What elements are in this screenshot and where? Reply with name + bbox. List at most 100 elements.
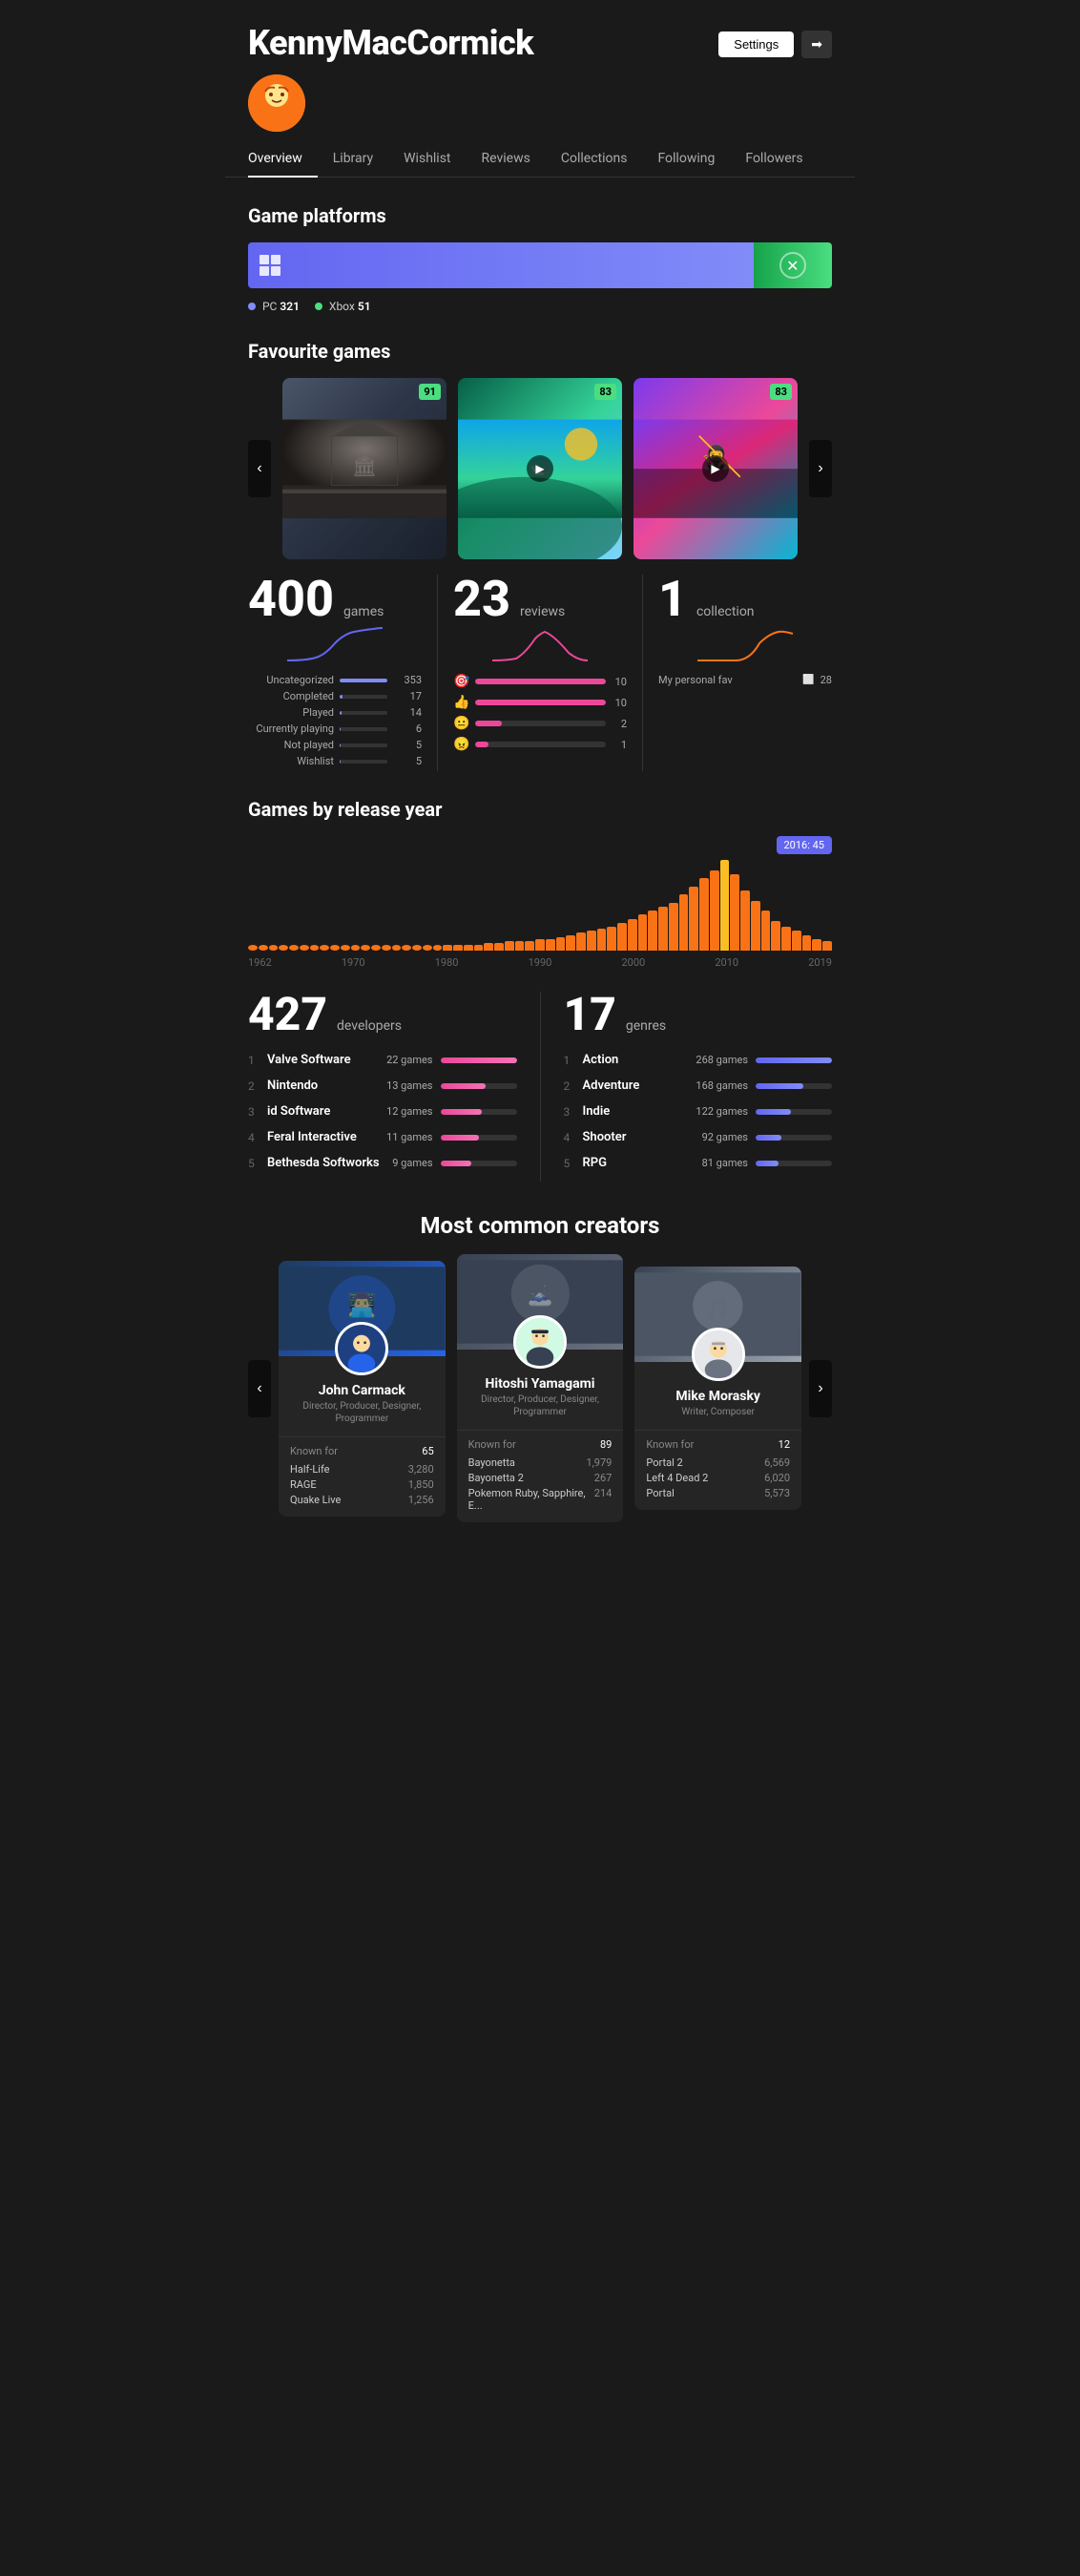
collection-item-personal: My personal fav ⬜ 28 (658, 674, 832, 686)
year-bar[interactable] (679, 894, 689, 951)
genre-bar-fill (756, 1161, 779, 1166)
year-bar[interactable] (392, 945, 402, 951)
game-card-xenoblade[interactable]: 🐋 ▶ 83 SW Xenoblade Chronicles 2 🎯 ✓ 142… (458, 378, 622, 559)
creator-card-morasky[interactable]: 🎵 Mike Morasky Writer, Composer (634, 1267, 801, 1510)
year-bar[interactable] (648, 911, 657, 951)
year-bar[interactable] (412, 945, 422, 951)
creator-card-carmack[interactable]: 👨‍💻 John Carmack Director, Producer, Des… (279, 1261, 446, 1517)
year-bar[interactable] (259, 945, 268, 951)
year-bar[interactable] (453, 945, 463, 951)
year-bar[interactable] (771, 921, 780, 952)
year-bar[interactable] (597, 929, 607, 951)
year-bar[interactable] (484, 943, 493, 951)
known-for-label: Known for (290, 1445, 338, 1457)
year-bar[interactable] (248, 945, 258, 951)
year-bar[interactable] (638, 914, 648, 951)
year-bar[interactable] (505, 941, 514, 952)
year-bar[interactable] (361, 945, 370, 951)
year-bar[interactable] (310, 945, 320, 951)
genre-name: Shooter (583, 1130, 695, 1144)
year-bar[interactable] (566, 935, 575, 952)
year-bar[interactable] (300, 945, 309, 951)
year-bar[interactable] (628, 919, 637, 952)
year-bar[interactable] (710, 870, 719, 951)
nav-item-reviews[interactable]: Reviews (467, 143, 546, 178)
review-emoji-bad: 😠 (453, 737, 469, 752)
year-bar[interactable] (351, 945, 361, 951)
year-bar[interactable] (371, 945, 381, 951)
year-bar[interactable] (822, 941, 832, 952)
game-card-fallout[interactable]: 🏛 91 PS XB PC Fallout 3: Game of the Yea… (282, 378, 447, 559)
year-bar[interactable] (494, 943, 504, 951)
nav-item-following[interactable]: Following (642, 143, 730, 178)
year-bar[interactable] (730, 874, 739, 951)
genre-bar-fill (756, 1058, 832, 1063)
reviews-count: 23 (453, 570, 510, 628)
year-bar[interactable] (556, 937, 566, 952)
year-bar[interactable] (464, 945, 473, 951)
year-bar[interactable] (781, 927, 791, 951)
year-bar[interactable] (658, 907, 668, 951)
nav-item-overview[interactable]: Overview (248, 143, 318, 178)
year-bar[interactable] (617, 923, 627, 952)
nav-item-library[interactable]: Library (318, 143, 388, 178)
year-bar[interactable] (341, 945, 350, 951)
share-button[interactable]: ➡ (801, 31, 832, 58)
year-bar[interactable] (320, 945, 329, 951)
carousel-next-button[interactable]: › (809, 440, 832, 497)
year-bar[interactable] (761, 911, 771, 951)
year-bar[interactable] (607, 927, 616, 951)
year-bar[interactable] (812, 939, 821, 952)
year-bar[interactable] (792, 931, 801, 951)
xbox-icon: ✕ (779, 252, 806, 279)
year-bar[interactable] (269, 945, 279, 951)
svg-text:🏛: 🏛 (352, 455, 377, 478)
year-bar[interactable] (443, 945, 452, 951)
year-bar[interactable] (330, 945, 340, 951)
year-bar[interactable] (576, 932, 586, 951)
year-bar[interactable] (546, 939, 555, 952)
year-bar[interactable] (535, 939, 545, 952)
creator-card-yamagami[interactable]: 🗻 Hitoshi Yamagami Director, Producer, D… (457, 1254, 624, 1522)
year-bar[interactable] (802, 935, 812, 952)
year-bar[interactable] (720, 860, 730, 951)
year-labels: 1962 1970 1980 1990 2000 2010 2019 (248, 956, 832, 969)
platform-legend: PC 321 Xbox 51 (248, 300, 832, 313)
year-bar[interactable] (751, 901, 760, 952)
genre-rank: 4 (564, 1131, 575, 1144)
year-bar[interactable] (423, 945, 432, 951)
year-bar[interactable] (587, 931, 596, 951)
release-year-section: Games by release year 2016: 45 1962 1970… (225, 771, 855, 969)
year-bar[interactable] (289, 945, 299, 951)
row-count: 5 (393, 755, 422, 767)
creators-next-button[interactable]: › (809, 1360, 832, 1417)
year-bar[interactable] (515, 941, 525, 952)
year-bar[interactable] (474, 945, 484, 951)
year-bar[interactable] (382, 945, 391, 951)
creator-game-name: Pokemon Ruby, Sapphire, E... (468, 1487, 594, 1512)
nav-item-wishlist[interactable]: Wishlist (388, 143, 466, 178)
year-bar[interactable] (402, 945, 411, 951)
nav-item-followers[interactable]: Followers (730, 143, 818, 178)
carousel-prev-button[interactable]: ‹ (248, 440, 271, 497)
nav-item-collections[interactable]: Collections (546, 143, 643, 178)
year-bar[interactable] (525, 941, 534, 952)
year-bar[interactable] (740, 890, 750, 951)
year-bar[interactable] (699, 878, 709, 951)
year-bar[interactable] (669, 903, 678, 952)
creators-prev-button[interactable]: ‹ (248, 1360, 271, 1417)
genres-col: 17 genres 1 Action 268 games 2 Adventure… (541, 992, 833, 1182)
svg-text:🎵: 🎵 (706, 1298, 731, 1322)
year-bar[interactable] (689, 887, 698, 952)
dev-bar-fill (441, 1161, 472, 1166)
settings-button[interactable]: Settings (718, 31, 794, 57)
year-bar[interactable] (279, 945, 288, 951)
review-bar-bad: 😠 1 (453, 737, 627, 752)
game-card-katana[interactable]: 🥷 ▶ 83 Mac PC SW Katana ZERO 🎯 ✓ 253 (633, 378, 798, 559)
genre-name: Adventure (583, 1079, 689, 1093)
year-1990: 1990 (529, 956, 552, 969)
creator-known-header: Known for 12 (646, 1438, 790, 1451)
year-bar[interactable] (433, 945, 443, 951)
pc-label: PC (262, 300, 277, 313)
games-stat-header: 400 games (248, 575, 422, 624)
